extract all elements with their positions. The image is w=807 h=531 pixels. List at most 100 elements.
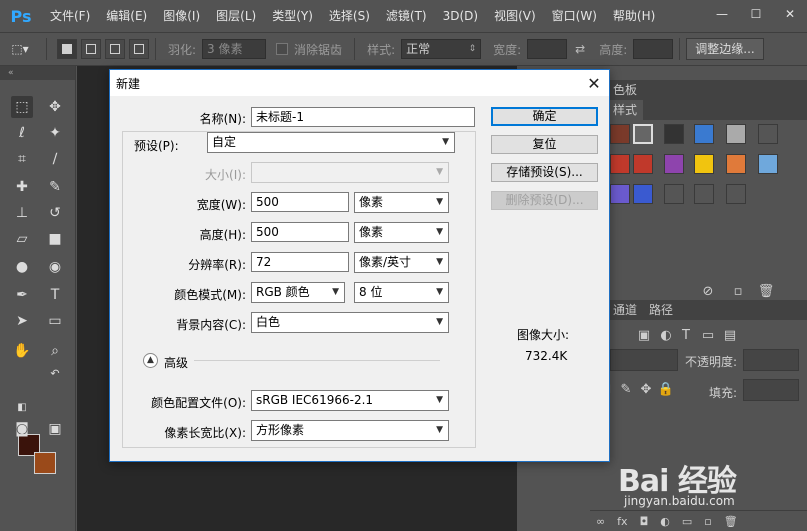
screen-mode-icon[interactable]: ▣ <box>44 418 66 440</box>
new-selection-icon[interactable] <box>57 39 77 59</box>
default-colors-icon[interactable]: ◧ <box>11 396 33 418</box>
brush-tool-icon[interactable]: ✎ <box>44 176 66 198</box>
style-swatch[interactable] <box>633 184 653 204</box>
style-swatch[interactable] <box>610 124 630 144</box>
lock-paint-icon[interactable]: ✎ <box>617 382 635 397</box>
move-tool-icon[interactable]: ✥ <box>44 96 66 118</box>
lock-position-icon[interactable]: ✥ <box>637 382 655 397</box>
fx-icon[interactable]: fx <box>617 515 627 528</box>
type-filter-icon[interactable]: T <box>677 328 695 343</box>
antialias-checkbox[interactable] <box>276 43 289 55</box>
eraser-tool-icon[interactable]: ▱ <box>11 228 33 250</box>
style-swatch[interactable] <box>610 154 630 174</box>
minimize-button[interactable]: — <box>705 0 739 28</box>
shape-filter-icon[interactable]: ▭ <box>699 328 717 343</box>
name-input[interactable]: 未标题-1 <box>251 107 475 127</box>
group-icon[interactable]: ▭ <box>682 515 692 528</box>
pen-tool-icon[interactable]: ✒ <box>11 284 33 306</box>
delete-layer-icon[interactable]: 🗑 <box>724 515 738 528</box>
style-swatch[interactable] <box>633 124 653 144</box>
tab-channels[interactable]: 通道 <box>607 300 643 320</box>
style-swatch[interactable] <box>633 154 653 174</box>
blur-tool-icon[interactable]: ● <box>11 256 33 278</box>
tools-tab-collapse[interactable]: « <box>0 66 75 80</box>
mask-icon[interactable]: ◘ <box>640 515 649 528</box>
background-select[interactable]: 白色 ▼ <box>251 312 449 333</box>
color-mode-select[interactable]: RGB 颜色 ▼ <box>251 282 345 303</box>
color-profile-select[interactable]: sRGB IEC61966-2.1 ▼ <box>251 390 449 411</box>
style-swatch[interactable] <box>758 124 778 144</box>
lasso-tool-icon[interactable]: ℓ <box>11 122 33 144</box>
fill-input[interactable] <box>743 379 799 401</box>
style-swatch[interactable] <box>758 154 778 174</box>
reset-button[interactable]: 复位 <box>491 135 598 154</box>
adjustment-filter-icon[interactable]: ◐ <box>657 328 675 343</box>
tab-swatches[interactable]: 色板 <box>607 80 643 100</box>
save-preset-button[interactable]: 存储预设(S)... <box>491 163 598 182</box>
menu-view[interactable]: 视图(V) <box>486 0 544 32</box>
size-select[interactable]: ▼ <box>251 162 449 183</box>
resolution-unit-select[interactable]: 像素/英寸 ▼ <box>354 252 449 273</box>
style-swatch[interactable] <box>726 124 746 144</box>
bit-depth-select[interactable]: 8 位 ▼ <box>354 282 449 303</box>
close-icon[interactable]: ✕ <box>583 72 605 94</box>
healing-brush-tool-icon[interactable]: ✚ <box>11 176 33 198</box>
style-swatch[interactable] <box>694 154 714 174</box>
link-icon[interactable]: ∞ <box>596 515 605 528</box>
advanced-label[interactable]: 高级 <box>164 354 188 371</box>
opacity-input[interactable] <box>743 349 799 371</box>
ok-button[interactable]: 确定 <box>491 107 598 126</box>
adjustment-icon[interactable]: ◐ <box>660 515 670 528</box>
swap-colors-icon[interactable]: ↶ <box>44 362 66 384</box>
menu-file[interactable]: 文件(F) <box>42 0 98 32</box>
quick-mask-icon[interactable]: ◙ <box>11 418 33 440</box>
crop-tool-icon[interactable]: ⌗ <box>11 148 33 170</box>
smart-object-filter-icon[interactable]: ▤ <box>721 328 739 343</box>
path-selection-tool-icon[interactable]: ➤ <box>11 310 33 332</box>
height-input[interactable]: 500 <box>251 222 349 242</box>
history-brush-tool-icon[interactable]: ↺ <box>44 202 66 224</box>
style-select[interactable]: 正常 ⇕ <box>401 39 482 59</box>
shape-tool-icon[interactable]: ▭ <box>44 310 66 332</box>
style-swatch[interactable] <box>664 124 684 144</box>
gradient-tool-icon[interactable]: ■ <box>44 228 66 250</box>
hand-tool-icon[interactable]: ✋ <box>11 340 33 362</box>
marquee-preset-icon[interactable]: ⬚▾ <box>0 42 40 56</box>
magic-wand-tool-icon[interactable]: ✦ <box>44 122 66 144</box>
style-swatch[interactable] <box>664 184 684 204</box>
zoom-tool-icon[interactable]: ⌕ <box>44 340 66 362</box>
new-layer-icon[interactable]: ▫ <box>704 515 711 528</box>
menu-help[interactable]: 帮助(H) <box>605 0 663 32</box>
lock-icon[interactable]: 🔒 <box>657 382 675 397</box>
no-style-icon[interactable]: ⊘ <box>699 284 717 299</box>
width-unit-select[interactable]: 像素 ▼ <box>354 192 449 213</box>
width-input[interactable]: 500 <box>251 192 349 212</box>
close-window-button[interactable]: ✕ <box>773 0 807 28</box>
new-style-icon[interactable]: ▫ <box>729 284 747 299</box>
delete-preset-button[interactable]: 删除预设(D)... <box>491 191 598 210</box>
style-swatch[interactable] <box>726 154 746 174</box>
style-swatch[interactable] <box>694 124 714 144</box>
intersect-selection-icon[interactable] <box>129 39 149 59</box>
menu-edit[interactable]: 编辑(E) <box>98 0 155 32</box>
type-tool-icon[interactable]: T <box>44 284 66 306</box>
pixel-aspect-select[interactable]: 方形像素 ▼ <box>251 420 449 441</box>
style-swatch[interactable] <box>664 154 684 174</box>
stamp-tool-icon[interactable]: ⊥ <box>11 202 33 224</box>
marquee-tool-icon[interactable]: ⬚ <box>11 96 33 118</box>
height-input[interactable] <box>633 39 674 59</box>
resolution-input[interactable]: 72 <box>251 252 349 272</box>
feather-input[interactable]: 3 像素 <box>202 39 267 59</box>
trash-icon[interactable]: 🗑 <box>757 284 775 299</box>
menu-3d[interactable]: 3D(D) <box>435 0 486 32</box>
subtract-selection-icon[interactable] <box>105 39 125 59</box>
tab-styles[interactable]: 样式 <box>607 100 644 120</box>
menu-layer[interactable]: 图层(L) <box>208 0 264 32</box>
dodge-tool-icon[interactable]: ◉ <box>44 256 66 278</box>
advanced-toggle-icon[interactable]: ▲ <box>143 353 158 368</box>
menu-image[interactable]: 图像(I) <box>155 0 208 32</box>
add-selection-icon[interactable] <box>81 39 101 59</box>
preset-select[interactable]: 自定 ▼ <box>207 132 455 153</box>
height-unit-select[interactable]: 像素 ▼ <box>354 222 449 243</box>
menu-filter[interactable]: 滤镜(T) <box>378 0 435 32</box>
